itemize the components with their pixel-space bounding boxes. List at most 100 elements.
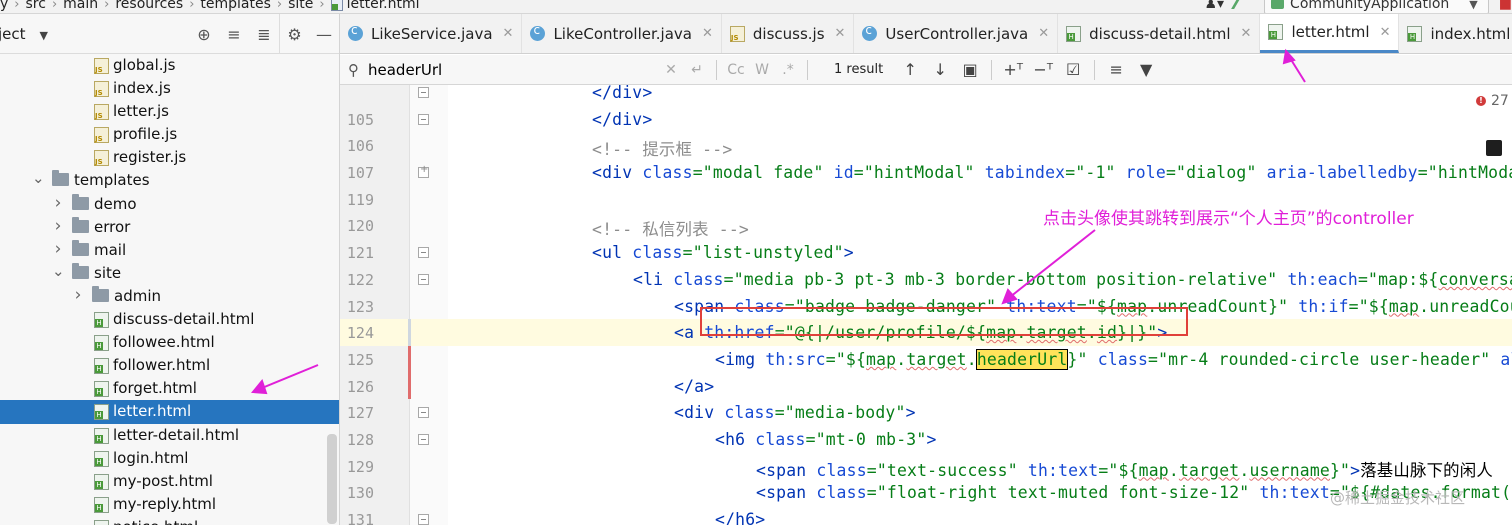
change-marker[interactable]: [408, 345, 411, 373]
close-icon[interactable]: ✕: [1380, 25, 1391, 40]
close-icon[interactable]: ✕: [1241, 26, 1252, 41]
fold-collapse-icon[interactable]: [418, 273, 429, 285]
fold-collapse-icon[interactable]: [418, 514, 429, 525]
tree-item[interactable]: my-post.html: [0, 470, 339, 493]
tree-item[interactable]: › demo: [0, 193, 339, 216]
run-icon[interactable]: ■: [1499, 0, 1512, 12]
editor-tab[interactable]: UserController.java ✕: [854, 14, 1059, 53]
close-icon[interactable]: ✕: [702, 26, 713, 41]
tree-item[interactable]: letter.html: [0, 400, 339, 424]
tree-item[interactable]: ⌄ templates: [0, 169, 339, 192]
code-editor[interactable]: </div> 105 </div> 106 <!-- 提示框 --> 107 <div cl…: [340, 85, 1512, 525]
chevron-down-icon[interactable]: ⌄: [52, 262, 65, 280]
tree-item[interactable]: forget.html: [0, 377, 339, 400]
tree-item[interactable]: login.html: [0, 447, 339, 470]
code-line[interactable]: 126 </a>: [340, 372, 1512, 400]
clear-icon[interactable]: ✕: [658, 62, 684, 78]
code-line[interactable]: 106 <!-- 提示框 -->: [340, 132, 1512, 159]
run-configuration-label: CommunityApplication: [1290, 0, 1450, 12]
whole-words-icon[interactable]: W: [749, 62, 775, 78]
remove-occurrence-icon[interactable]: −ᵀ: [1028, 60, 1058, 79]
filter-icon[interactable]: ▼: [1131, 60, 1161, 79]
project-view-select[interactable]: ject ▼: [0, 25, 48, 43]
breadcrumb-item[interactable]: templates: [200, 0, 271, 12]
close-icon[interactable]: ✕: [835, 26, 846, 41]
hide-panel-icon[interactable]: —: [309, 14, 339, 54]
fold-collapse-icon[interactable]: [418, 87, 429, 98]
fold-expand-icon[interactable]: [418, 164, 429, 179]
tree-item[interactable]: › mail: [0, 239, 339, 262]
fold-collapse-icon[interactable]: [418, 247, 429, 259]
new-line-icon[interactable]: ↵: [684, 62, 710, 78]
breadcrumb-item[interactable]: y: [0, 0, 8, 12]
tree-item[interactable]: register.js: [0, 146, 339, 169]
code-line[interactable]: </div>: [340, 85, 1512, 106]
locate-icon[interactable]: ⊕: [189, 14, 219, 54]
chevron-right-icon[interactable]: ›: [52, 216, 64, 236]
tree-item[interactable]: › admin: [0, 285, 339, 308]
breadcrumb-item[interactable]: src: [26, 0, 46, 12]
code-line[interactable]: 121 <ul class="list-unstyled">: [340, 239, 1512, 266]
tree-item[interactable]: letter.js: [0, 100, 339, 123]
gear-icon[interactable]: ⚙: [279, 14, 309, 54]
tree-item[interactable]: notice.html: [0, 516, 339, 525]
change-marker[interactable]: [408, 372, 411, 400]
add-occurrence-icon[interactable]: +ᵀ: [998, 60, 1028, 79]
editor-tab[interactable]: LikeController.java ✕: [522, 14, 722, 53]
project-scrollbar[interactable]: [327, 434, 337, 524]
code-line[interactable]: 122 <li class="media pb-3 pt-3 mb-3 borde…: [340, 266, 1512, 293]
code-line[interactable]: 131 </h6>: [340, 506, 1512, 525]
tree-item[interactable]: follower.html: [0, 354, 339, 377]
tree-item[interactable]: global.js: [0, 54, 339, 77]
chevron-right-icon[interactable]: ›: [52, 193, 64, 213]
problems-indicator[interactable]: ! 27: [1476, 93, 1509, 109]
filter-search-results-icon[interactable]: ≡: [1101, 60, 1131, 79]
fold-collapse-icon[interactable]: [418, 113, 429, 125]
code-line[interactable]: 129 <span class="text-success" th:text="$…: [340, 453, 1512, 480]
select-all-occurrences-icon[interactable]: ▣: [955, 60, 985, 79]
editor-tab[interactable]: discuss.js ✕: [722, 14, 855, 53]
chevron-right-icon[interactable]: ›: [72, 285, 84, 305]
code-line[interactable]: 128 <h6 class="mt-0 mb-3">: [340, 426, 1512, 453]
breadcrumb-item[interactable]: resources: [115, 0, 183, 12]
tree-item[interactable]: profile.js: [0, 123, 339, 146]
editor-tab[interactable]: discuss-detail.html ✕: [1058, 14, 1261, 53]
breadcrumb-file[interactable]: letter.html: [347, 0, 420, 12]
tree-item[interactable]: my-reply.html: [0, 493, 339, 516]
change-marker[interactable]: [408, 319, 411, 346]
fold-collapse-icon[interactable]: [418, 407, 429, 419]
tree-item[interactable]: letter-detail.html: [0, 424, 339, 447]
search-input[interactable]: [368, 57, 658, 82]
next-occurrence-icon[interactable]: ↓: [925, 60, 955, 79]
tree-item[interactable]: followee.html: [0, 331, 339, 354]
editor-tab[interactable]: letter.html ✕: [1260, 14, 1400, 53]
build-icon[interactable]: [1231, 0, 1251, 9]
editor-tab[interactable]: LikeService.java ✕: [340, 14, 523, 53]
code-line[interactable]: 107 <div class="modal fade" id="hintModal…: [340, 159, 1512, 186]
code-line[interactable]: 125 <img th:src="${map.target.headerUrl}"…: [340, 345, 1512, 373]
match-case-icon[interactable]: Cc: [723, 62, 749, 78]
fold-collapse-icon[interactable]: [418, 433, 429, 445]
close-icon[interactable]: ✕: [503, 26, 514, 41]
close-icon[interactable]: ✕: [1038, 26, 1049, 41]
editor-tab[interactable]: index.html✕: [1399, 14, 1512, 53]
regex-icon[interactable]: .*: [775, 62, 801, 78]
jetbrains-icon[interactable]: [1486, 140, 1502, 156]
user-icon[interactable]: ♟▾: [1204, 0, 1224, 12]
tree-item[interactable]: › error: [0, 216, 339, 239]
previous-occurrence-icon[interactable]: ↑: [895, 60, 925, 79]
chevron-down-icon[interactable]: ⌄: [32, 169, 45, 187]
tree-item[interactable]: discuss-detail.html: [0, 308, 339, 331]
run-configuration-select[interactable]: CommunityApplication ▼: [1264, 0, 1489, 13]
tree-item[interactable]: ⌄ site: [0, 262, 339, 285]
code-line[interactable]: 105 </div>: [340, 106, 1512, 133]
tree-item[interactable]: index.js: [0, 77, 339, 100]
breadcrumb-item[interactable]: site: [288, 0, 313, 12]
search-icon[interactable]: ⚲: [348, 61, 368, 79]
select-all-matches-icon[interactable]: ☑: [1058, 60, 1088, 79]
collapse-all-icon[interactable]: ≣: [249, 14, 279, 54]
chevron-right-icon[interactable]: ›: [52, 239, 64, 259]
code-line[interactable]: 127 <div class="media-body">: [340, 399, 1512, 426]
breadcrumb-item[interactable]: main: [63, 0, 98, 12]
expand-all-icon[interactable]: ≡: [219, 14, 249, 54]
